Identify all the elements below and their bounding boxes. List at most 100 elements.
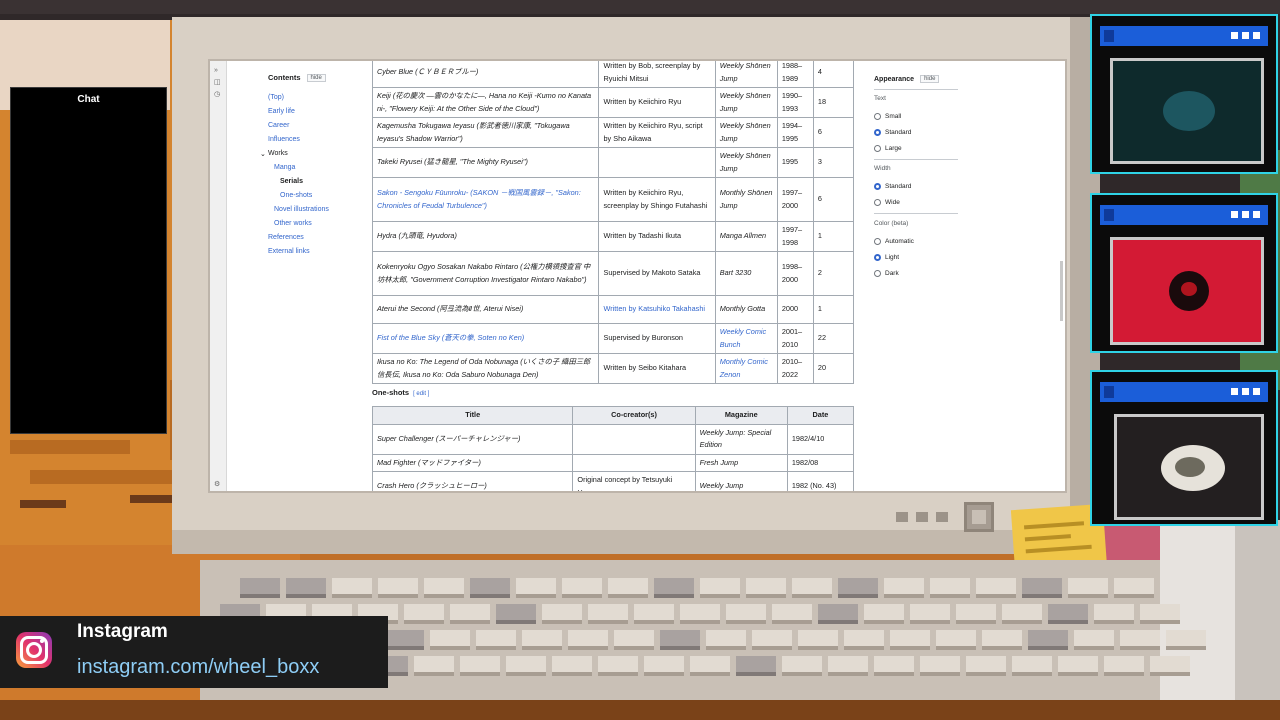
window-bar-accent xyxy=(1104,30,1114,42)
window-control-icon[interactable] xyxy=(1242,32,1249,39)
serial-title: Keiji (花の慶次 —雲のかなたに—, Hana no Keiji -Kum… xyxy=(371,87,600,118)
toc-item-external-links[interactable]: External links xyxy=(268,248,310,255)
toc-item-other-works[interactable]: Other works xyxy=(274,220,312,227)
toc-item-works[interactable]: Works xyxy=(268,150,288,157)
power-button-center xyxy=(972,510,986,524)
radio-button-selected[interactable] xyxy=(874,183,881,190)
radio-button[interactable] xyxy=(874,199,881,206)
divider xyxy=(874,213,958,214)
oneshot-cocreator xyxy=(572,453,696,472)
serial-volumes: 22 xyxy=(812,323,855,354)
table-of-contents: Contents hide xyxy=(268,73,388,92)
toc-item-works-toggle[interactable]: ⌄ xyxy=(260,150,266,158)
radio-button[interactable] xyxy=(874,238,881,245)
serial-volumes: 18 xyxy=(812,87,855,118)
expand-icon[interactable]: » xyxy=(214,67,221,74)
serial-years: 1994–1995 xyxy=(776,117,814,148)
table-row: Aterui the Second (阿弖流為Ⅱ世, Aterui Nisei)… xyxy=(371,295,855,324)
radio-button[interactable] xyxy=(874,270,881,277)
bookmark-icon[interactable]: ◫ xyxy=(214,79,221,86)
toc-header: Contents hide xyxy=(268,73,388,82)
appearance-title: Appearance xyxy=(874,75,915,83)
column-header-magazine[interactable]: Magazine xyxy=(694,406,788,425)
window-control-icon[interactable] xyxy=(1242,211,1249,218)
serial-credit: Written by Keiichiro Ryu xyxy=(598,87,716,118)
column-header-date[interactable]: Date xyxy=(786,406,855,425)
radio-button[interactable] xyxy=(874,113,881,120)
monitor-base xyxy=(172,530,1100,554)
serial-title: Aterui the Second (阿弖流為Ⅱ世, Aterui Nisei) xyxy=(371,295,600,324)
cat-stripe xyxy=(10,440,130,454)
table-row: Mad Fighter (マッドファイター) Fresh Jump 1982/0… xyxy=(371,453,855,472)
serial-magazine[interactable]: Monthly Comic Zenon xyxy=(714,353,778,384)
serial-magazine[interactable]: Weekly Comic Bunch xyxy=(714,323,778,354)
toc-item-serials[interactable]: Serials xyxy=(280,178,303,185)
window-control-icon[interactable] xyxy=(1231,32,1238,39)
appearance-hide-button[interactable]: hide xyxy=(920,75,940,83)
serial-credit: Supervised by Buronson xyxy=(598,323,716,354)
toc-item-novel-illustrations[interactable]: Novel illustrations xyxy=(274,206,329,213)
toc-item-influences[interactable]: Influences xyxy=(268,136,300,143)
serial-credit: Written by Bob, screenplay by Ryuichi Mi… xyxy=(598,61,716,88)
serial-volumes: 6 xyxy=(812,177,855,222)
oneshot-magazine: Weekly Jump: Special Edition xyxy=(694,423,788,455)
oneshot-title: Super Challenger (スーパーチャレンジャー) xyxy=(371,423,574,455)
toc-item-career[interactable]: Career xyxy=(268,122,289,129)
oneshot-date: 1982/4/10 xyxy=(786,423,855,455)
option-label: Light xyxy=(885,254,900,261)
serials-table: Cyber Blue (ＣＹＢＥＲブルー) Written by Bob, sc… xyxy=(371,61,855,384)
serial-credit: Written by Keiichiro Ryu, screenplay by … xyxy=(598,177,716,222)
serial-volumes: 20 xyxy=(812,353,855,384)
color-automatic-option[interactable]: Automatic xyxy=(874,238,914,245)
logo-window-3 xyxy=(1090,370,1278,526)
text-size-large-option[interactable]: Large xyxy=(874,145,902,152)
color-dark-option[interactable]: Dark xyxy=(874,270,899,277)
table-row: Cyber Blue (ＣＹＢＥＲブルー) Written by Bob, sc… xyxy=(371,61,855,88)
window-control-icon[interactable] xyxy=(1231,211,1238,218)
monitor-led xyxy=(936,512,948,522)
width-wide-option[interactable]: Wide xyxy=(874,199,900,206)
toc-hide-button[interactable]: hide xyxy=(306,73,326,82)
serial-magazine: Monthly Gotta xyxy=(714,295,778,324)
serial-magazine: Bart 3230 xyxy=(714,251,778,296)
text-size-small-option[interactable]: Small xyxy=(874,113,901,120)
text-size-standard-option[interactable]: Standard xyxy=(874,129,911,136)
window-control-icon[interactable] xyxy=(1253,388,1260,395)
column-header-title[interactable]: Title xyxy=(371,406,574,425)
radio-button-selected[interactable] xyxy=(874,254,881,261)
toc-item-references[interactable]: References xyxy=(268,234,304,241)
divider xyxy=(874,159,958,160)
serial-years: 1988–1989 xyxy=(776,61,814,88)
window-control-icon[interactable] xyxy=(1253,211,1260,218)
toc-item-top[interactable]: (Top) xyxy=(268,94,284,101)
color-light-option[interactable]: Light xyxy=(874,254,899,261)
option-label: Wide xyxy=(885,199,900,206)
table-row: Takeki Ryusei (猛き龍星, "The Mighty Ryusei"… xyxy=(371,147,855,178)
serial-title[interactable]: Sakon - Sengoku Fūunroku- (SAKON －戦国風雲録－… xyxy=(371,177,600,222)
window-control-icon[interactable] xyxy=(1242,388,1249,395)
page-scrollbar[interactable] xyxy=(1060,261,1063,321)
radio-button[interactable] xyxy=(874,145,881,152)
history-icon[interactable]: ◷ xyxy=(214,91,221,98)
table-row: Kagemusha Tokugawa Ieyasu (影武者徳川家康, "Tok… xyxy=(371,117,855,148)
radio-button-selected[interactable] xyxy=(874,129,881,136)
serial-credit[interactable]: Written by Katsuhiko Takahashi xyxy=(598,295,716,324)
serial-title[interactable]: Fist of the Blue Sky (蒼天の拳, Soten no Ken… xyxy=(371,323,600,354)
serial-years: 1997–1998 xyxy=(776,221,814,252)
width-standard-option[interactable]: Standard xyxy=(874,183,911,190)
pot-shadow xyxy=(1235,520,1280,720)
serial-volumes: 4 xyxy=(812,61,855,88)
serial-magazine: Weekly Shōnen Jump xyxy=(714,117,778,148)
column-header-cocreator[interactable]: Co-creator(s) xyxy=(572,406,696,425)
settings-icon[interactable]: ⚙ xyxy=(214,481,221,488)
toc-item-early-life[interactable]: Early life xyxy=(268,108,295,115)
window-control-icon[interactable] xyxy=(1253,32,1260,39)
serial-title: Ikusa no Ko: The Legend of Oda Nobunaga … xyxy=(371,353,600,384)
instagram-url[interactable]: instagram.com/wheel_boxx xyxy=(77,656,319,679)
toc-item-manga[interactable]: Manga xyxy=(274,164,295,171)
table-row: Kokenryoku Ogyo Sosakan Nakabo Rintaro (… xyxy=(371,251,855,296)
oneshot-cocreator: Original concept by Tetsuyuki Hanzawa xyxy=(572,471,696,491)
window-control-icon[interactable] xyxy=(1231,388,1238,395)
toc-item-one-shots[interactable]: One-shots xyxy=(280,192,312,199)
edit-link[interactable]: [ edit ] xyxy=(413,391,429,397)
